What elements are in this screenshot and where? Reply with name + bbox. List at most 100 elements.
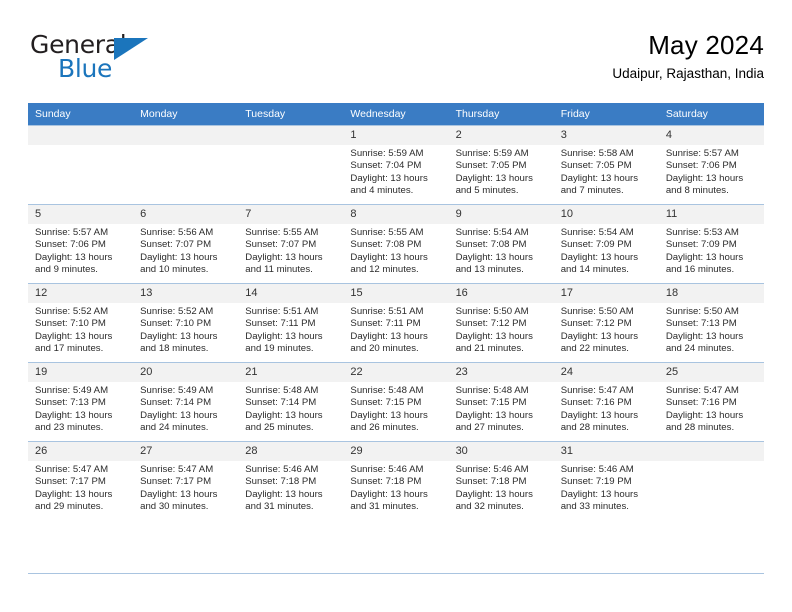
calendar-day-cell[interactable]: 13 Sunrise: 5:52 AM Sunset: 7:10 PM Dayligh…	[133, 283, 239, 363]
day-number: 3	[553, 126, 659, 145]
calendar-day-cell-empty	[658, 441, 764, 520]
calendar-body: 1 Sunrise: 5:59 AM Sunset: 7:04 PM Daylight…	[28, 125, 764, 520]
sunrise-text: Sunrise: 5:48 AM	[455, 385, 529, 396]
calendar-day-cell[interactable]: 15 Sunrise: 5:51 AM Sunset: 7:11 PM Dayligh…	[343, 283, 449, 363]
calendar-day-cell[interactable]: 8 Sunrise: 5:55 AM Sunset: 7:08 PM Daylight…	[343, 204, 449, 284]
day-number: 13	[133, 284, 239, 303]
day-details: Sunrise: 5:46 AM Sunset: 7:18 PM Daylight:…	[238, 461, 343, 514]
sunrise-text: Sunrise: 5:47 AM	[665, 385, 739, 396]
daylight-text: Daylight: 13 hours and 21 minutes.	[455, 330, 533, 355]
calendar-day-cell[interactable]: 20 Sunrise: 5:49 AM Sunset: 7:14 PM Dayligh…	[133, 362, 239, 442]
sunset-text: Sunset: 7:07 PM	[140, 239, 212, 251]
sunset-text: Sunset: 7:14 PM	[140, 397, 212, 409]
day-number: 25	[658, 363, 764, 382]
sunset-text: Sunset: 7:14 PM	[245, 397, 317, 409]
calendar-day-cell[interactable]: 25 Sunrise: 5:47 AM Sunset: 7:16 PM Dayligh…	[658, 362, 764, 442]
calendar-day-cell[interactable]: 6 Sunrise: 5:56 AM Sunset: 7:07 PM Daylight…	[133, 204, 239, 284]
daylight-text: Daylight: 13 hours and 24 minutes.	[665, 330, 744, 355]
calendar-day-cell[interactable]: 14 Sunrise: 5:51 AM Sunset: 7:11 PM Dayligh…	[238, 283, 344, 363]
sunset-text: Sunset: 7:12 PM	[455, 318, 527, 330]
day-details: Sunrise: 5:46 AM Sunset: 7:18 PM Daylight:…	[343, 461, 448, 514]
weekday-header-saturday: Saturday	[658, 103, 764, 126]
weekday-header-monday: Monday	[133, 103, 239, 126]
calendar-day-cell[interactable]: 27 Sunrise: 5:47 AM Sunset: 7:17 PM Dayligh…	[133, 441, 239, 520]
sunrise-text: Sunrise: 5:48 AM	[350, 385, 424, 396]
daylight-text: Daylight: 13 hours and 31 minutes.	[245, 488, 323, 513]
daylight-text: Daylight: 13 hours and 9 minutes.	[35, 251, 113, 276]
day-details: Sunrise: 5:47 AM Sunset: 7:17 PM Daylight:…	[133, 461, 238, 514]
day-details: Sunrise: 5:56 AM Sunset: 7:07 PM Daylight:…	[133, 224, 238, 277]
sunrise-text: Sunrise: 5:51 AM	[245, 306, 319, 317]
day-details: Sunrise: 5:53 AM Sunset: 7:09 PM Daylight:…	[659, 224, 764, 277]
daylight-text: Daylight: 13 hours and 32 minutes.	[455, 488, 533, 513]
calendar-day-cell[interactable]: 1 Sunrise: 5:59 AM Sunset: 7:04 PM Daylight…	[343, 125, 449, 205]
calendar-day-cell[interactable]: 22 Sunrise: 5:48 AM Sunset: 7:15 PM Dayligh…	[343, 362, 449, 442]
day-number: 26	[28, 442, 134, 461]
calendar-day-cell[interactable]: 9 Sunrise: 5:54 AM Sunset: 7:08 PM Daylight…	[448, 204, 554, 284]
calendar-day-cell[interactable]: 12 Sunrise: 5:52 AM Sunset: 7:10 PM Dayligh…	[28, 283, 134, 363]
day-number: 19	[28, 363, 134, 382]
daylight-text: Daylight: 13 hours and 33 minutes.	[560, 488, 639, 513]
day-number: 10	[553, 205, 659, 224]
daylight-text: Daylight: 13 hours and 13 minutes.	[455, 251, 533, 276]
calendar-day-cell[interactable]: 3 Sunrise: 5:58 AM Sunset: 7:05 PM Daylight…	[553, 125, 659, 205]
day-details: Sunrise: 5:48 AM Sunset: 7:14 PM Daylight:…	[238, 382, 343, 435]
sunrise-text: Sunrise: 5:47 AM	[140, 464, 214, 475]
calendar-day-cell-empty	[28, 125, 134, 205]
calendar-day-cell[interactable]: 2 Sunrise: 5:59 AM Sunset: 7:05 PM Daylight…	[448, 125, 554, 205]
day-number: 2	[448, 126, 554, 145]
calendar-day-cell[interactable]: 21 Sunrise: 5:48 AM Sunset: 7:14 PM Dayligh…	[238, 362, 344, 442]
sunset-text: Sunset: 7:15 PM	[455, 397, 527, 409]
calendar-day-cell[interactable]: 29 Sunrise: 5:46 AM Sunset: 7:18 PM Dayligh…	[343, 441, 449, 520]
calendar-day-cell[interactable]: 19 Sunrise: 5:49 AM Sunset: 7:13 PM Dayligh…	[28, 362, 134, 442]
day-number: 27	[133, 442, 239, 461]
sunrise-text: Sunrise: 5:51 AM	[350, 306, 424, 317]
calendar-day-cell[interactable]: 28 Sunrise: 5:46 AM Sunset: 7:18 PM Dayligh…	[238, 441, 344, 520]
calendar-day-cell[interactable]: 23 Sunrise: 5:48 AM Sunset: 7:15 PM Dayligh…	[448, 362, 554, 442]
daylight-text: Daylight: 13 hours and 4 minutes.	[350, 172, 428, 197]
day-number	[28, 126, 134, 145]
calendar-page: General Blue May 2024 Udaipur, Rajasthan…	[0, 0, 792, 612]
calendar-day-cell[interactable]: 7 Sunrise: 5:55 AM Sunset: 7:07 PM Daylight…	[238, 204, 344, 284]
day-number	[238, 126, 344, 145]
day-number: 20	[133, 363, 239, 382]
daylight-text: Daylight: 13 hours and 8 minutes.	[665, 172, 744, 197]
calendar-day-cell[interactable]: 24 Sunrise: 5:47 AM Sunset: 7:16 PM Dayligh…	[553, 362, 659, 442]
calendar-day-cell[interactable]: 17 Sunrise: 5:50 AM Sunset: 7:12 PM Dayligh…	[553, 283, 659, 363]
day-details: Sunrise: 5:49 AM Sunset: 7:13 PM Daylight:…	[28, 382, 133, 435]
sunrise-text: Sunrise: 5:56 AM	[140, 227, 214, 238]
calendar-week-row: 1 Sunrise: 5:59 AM Sunset: 7:04 PM Daylight…	[28, 125, 764, 205]
day-details: Sunrise: 5:55 AM Sunset: 7:07 PM Daylight:…	[238, 224, 343, 277]
sunrise-text: Sunrise: 5:52 AM	[140, 306, 214, 317]
calendar-day-cell[interactable]: 30 Sunrise: 5:46 AM Sunset: 7:18 PM Dayligh…	[448, 441, 554, 520]
calendar-day-cell[interactable]: 10 Sunrise: 5:54 AM Sunset: 7:09 PM Dayligh…	[553, 204, 659, 284]
sunrise-text: Sunrise: 5:50 AM	[665, 306, 739, 317]
day-number: 31	[553, 442, 659, 461]
calendar-week-row: 26 Sunrise: 5:47 AM Sunset: 7:17 PM Dayligh…	[28, 441, 764, 520]
calendar-day-cell[interactable]: 16 Sunrise: 5:50 AM Sunset: 7:12 PM Dayligh…	[448, 283, 554, 363]
day-number: 29	[343, 442, 449, 461]
day-details: Sunrise: 5:59 AM Sunset: 7:05 PM Daylight:…	[449, 145, 554, 198]
calendar-grid: Sunday Monday Tuesday Wednesday Thursday…	[28, 103, 764, 520]
day-details: Sunrise: 5:52 AM Sunset: 7:10 PM Daylight:…	[28, 303, 133, 356]
sunset-text: Sunset: 7:18 PM	[245, 476, 317, 488]
day-number: 14	[238, 284, 344, 303]
day-details: Sunrise: 5:50 AM Sunset: 7:13 PM Daylight:…	[659, 303, 764, 356]
calendar-day-cell-empty	[238, 125, 344, 205]
calendar-day-cell[interactable]: 18 Sunrise: 5:50 AM Sunset: 7:13 PM Dayligh…	[658, 283, 764, 363]
daylight-text: Daylight: 13 hours and 28 minutes.	[560, 409, 639, 434]
daylight-text: Daylight: 13 hours and 19 minutes.	[245, 330, 323, 355]
day-details: Sunrise: 5:51 AM Sunset: 7:11 PM Daylight:…	[343, 303, 448, 356]
calendar-day-cell[interactable]: 11 Sunrise: 5:53 AM Sunset: 7:09 PM Dayligh…	[658, 204, 764, 284]
day-details: Sunrise: 5:58 AM Sunset: 7:05 PM Daylight:…	[554, 145, 659, 198]
sunrise-text: Sunrise: 5:57 AM	[665, 148, 739, 159]
calendar-day-cell[interactable]: 26 Sunrise: 5:47 AM Sunset: 7:17 PM Dayligh…	[28, 441, 134, 520]
weekday-header-friday: Friday	[553, 103, 659, 126]
calendar-day-cell[interactable]: 31 Sunrise: 5:46 AM Sunset: 7:19 PM Dayligh…	[553, 441, 659, 520]
day-number	[658, 442, 764, 461]
sunset-text: Sunset: 7:18 PM	[455, 476, 527, 488]
day-details: Sunrise: 5:47 AM Sunset: 7:16 PM Daylight:…	[554, 382, 659, 435]
calendar-day-cell[interactable]: 4 Sunrise: 5:57 AM Sunset: 7:06 PM Daylight…	[658, 125, 764, 205]
sunset-text: Sunset: 7:16 PM	[665, 397, 737, 409]
calendar-day-cell[interactable]: 5 Sunrise: 5:57 AM Sunset: 7:06 PM Daylight…	[28, 204, 134, 284]
